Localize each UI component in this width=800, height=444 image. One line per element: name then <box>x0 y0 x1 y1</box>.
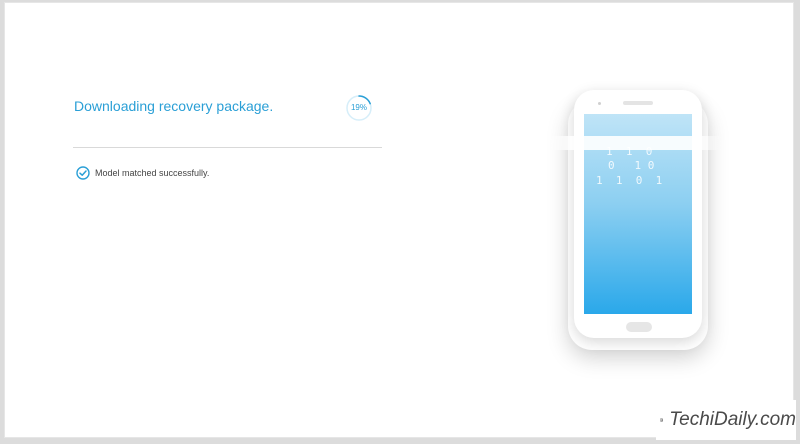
phone-home-button <box>626 322 652 332</box>
watermark-text: TechiDaily.com <box>669 409 796 430</box>
phone-camera <box>598 102 601 105</box>
check-circle-icon <box>76 166 90 180</box>
binary-row: 1 1 0 <box>606 145 653 158</box>
step-label: Model matched successfully. <box>95 168 210 178</box>
status-title: Downloading recovery package. <box>74 98 274 114</box>
watermark-logo-icon <box>660 418 664 422</box>
divider <box>73 147 382 148</box>
phone-speaker <box>623 101 653 105</box>
binary-row: 1 1 0 1 <box>596 174 663 187</box>
step-model-matched: Model matched successfully. <box>76 165 209 181</box>
binary-row: 0 1 0 <box>608 159 655 172</box>
progress-percent: 19% <box>350 103 367 112</box>
phone-illustration <box>574 90 702 338</box>
progress-ring: 19% <box>345 94 373 122</box>
watermark: TechiDaily.com <box>656 400 796 440</box>
